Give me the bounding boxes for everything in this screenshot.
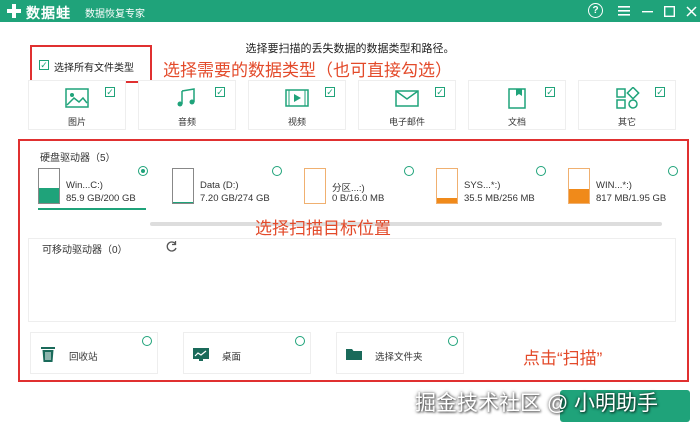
drive-usage-fill [39, 188, 59, 203]
title-bar: 数据蛙 数据恢复专家 ? [0, 0, 700, 22]
minimize-icon[interactable] [638, 2, 656, 20]
location-select-folder[interactable]: 选择文件夹 [336, 332, 464, 374]
drive-name: Win...C:) [66, 180, 103, 191]
drive-win[interactable]: WIN...*:) 817 MB/1.95 GB [568, 166, 678, 212]
location-radio[interactable] [295, 336, 305, 346]
folder-icon [346, 349, 362, 360]
drive-size: 35.5 MB/256 MB [464, 193, 535, 204]
file-type-checkbox[interactable]: ✓ [655, 87, 665, 97]
select-all-label[interactable]: 选择所有文件类型 [54, 59, 134, 74]
file-type-card-audio[interactable]: ✓ 音频 [138, 80, 236, 130]
document-icon [508, 88, 526, 109]
file-type-row: ✓ 图片 ✓ 音频 ✓ 视频 ✓ 电子邮件 ✓ 文档 ✓ 其它 [28, 80, 676, 130]
hard-drive-section-label: 硬盘驱动器（5） [40, 153, 116, 164]
file-type-checkbox[interactable]: ✓ [325, 87, 335, 97]
recycle-bin-icon [41, 347, 55, 362]
file-type-label: 电子邮件 [388, 117, 425, 127]
file-type-label: 其它 [617, 117, 636, 127]
close-icon[interactable] [682, 2, 700, 20]
drive-size: 85.9 GB/200 GB [66, 193, 136, 204]
drive-radio[interactable] [272, 166, 282, 176]
desktop-icon [193, 348, 209, 361]
select-all-highlight: ✓ 选择所有文件类型 [30, 45, 152, 83]
drive-radio[interactable] [138, 166, 148, 176]
app-brand: 数据蛙 [26, 5, 71, 21]
location-desktop[interactable]: 桌面 [183, 332, 311, 374]
annotation-types: 选择需要的数据类型（也可直接勾选） [163, 61, 452, 80]
file-type-label: 文档 [507, 117, 526, 127]
drive-icon [436, 168, 458, 204]
other-icon [616, 87, 640, 109]
file-type-card-picture[interactable]: ✓ 图片 [28, 80, 126, 130]
location-radio[interactable] [448, 336, 458, 346]
selected-drive-indicator [38, 208, 146, 210]
picture-icon [65, 88, 89, 108]
email-icon [395, 90, 419, 107]
logo-icon [7, 4, 21, 18]
drive-usage-fill [173, 201, 193, 203]
drive-icon [568, 168, 590, 204]
drive-name: 分区...:) [332, 183, 365, 194]
drive-icon [38, 168, 60, 204]
drive-size: 0 B/16.0 MB [332, 193, 385, 204]
location-recycle-bin[interactable]: 回收站 [30, 332, 158, 374]
drive-name: Data (D:) [200, 180, 239, 191]
file-type-checkbox[interactable]: ✓ [435, 87, 445, 97]
drive-radio[interactable] [404, 166, 414, 176]
menu-icon[interactable] [615, 2, 633, 20]
location-label: 回收站 [69, 352, 98, 363]
drive-c[interactable]: Win...C:) 85.9 GB/200 GB [38, 166, 148, 212]
app-product-name: 数据恢复专家 [85, 9, 145, 20]
drive-icon [304, 168, 326, 204]
drive-partition[interactable]: 分区...:) 0 B/16.0 MB [304, 166, 414, 212]
file-type-checkbox[interactable]: ✓ [215, 87, 225, 97]
drive-scrollbar[interactable] [150, 222, 662, 226]
file-type-card-other[interactable]: ✓ 其它 [578, 80, 676, 130]
drive-d[interactable]: Data (D:) 7.20 GB/274 GB [172, 166, 282, 212]
video-icon [285, 89, 309, 107]
file-type-label: 视频 [287, 117, 306, 127]
drive-sys[interactable]: SYS...*:) 35.5 MB/256 MB [436, 166, 546, 212]
maximize-icon[interactable] [660, 2, 678, 20]
file-type-label: 图片 [67, 117, 86, 127]
removable-section-label: 可移动驱动器（0） [42, 245, 128, 256]
file-type-card-email[interactable]: ✓ 电子邮件 [358, 80, 456, 130]
location-radio[interactable] [142, 336, 152, 346]
drive-name: WIN...*:) [596, 180, 632, 191]
help-icon[interactable]: ? [588, 3, 603, 18]
drive-radio[interactable] [536, 166, 546, 176]
refresh-icon[interactable] [165, 240, 178, 253]
file-type-label: 音频 [177, 117, 196, 127]
drive-size: 7.20 GB/274 GB [200, 193, 270, 204]
watermark: 掘金技术社区 @ 小明助手 [415, 392, 658, 415]
drive-usage-fill [569, 188, 589, 203]
drive-usage-fill [437, 198, 457, 203]
file-type-card-video[interactable]: ✓ 视频 [248, 80, 346, 130]
annotation-location: 选择扫描目标位置 [255, 219, 391, 238]
location-label: 桌面 [222, 352, 242, 363]
drive-radio[interactable] [668, 166, 678, 176]
drive-name: SYS...*:) [464, 180, 501, 191]
location-label: 选择文件夹 [375, 352, 423, 363]
drive-icon [172, 168, 194, 204]
file-type-card-document[interactable]: ✓ 文档 [468, 80, 566, 130]
audio-icon [177, 88, 195, 107]
file-type-checkbox[interactable]: ✓ [545, 87, 555, 97]
drive-size: 817 MB/1.95 GB [596, 193, 667, 204]
select-all-checkbox[interactable]: ✓ [39, 60, 49, 70]
file-type-checkbox[interactable]: ✓ [105, 87, 115, 97]
annotation-scan: 点击“扫描” [523, 349, 603, 368]
